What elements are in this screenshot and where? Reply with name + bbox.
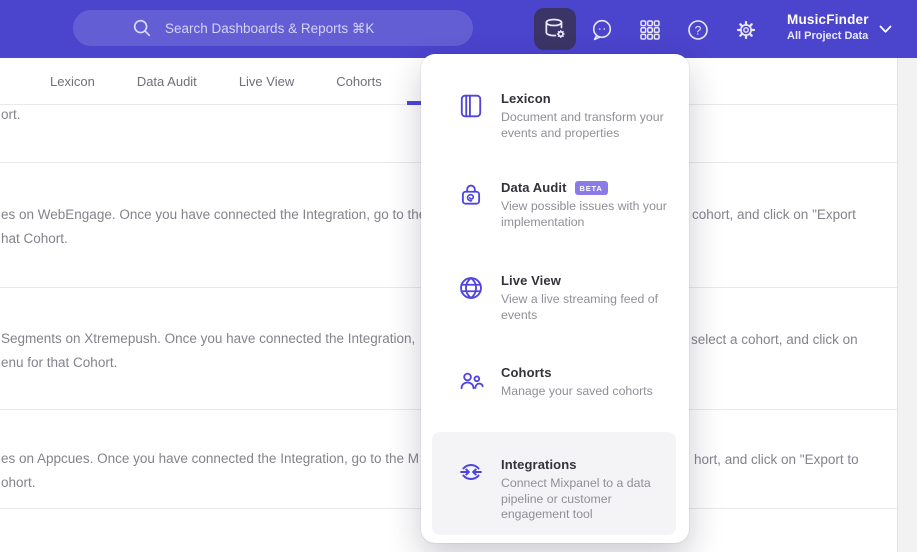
table-row-text: ort. (1, 107, 21, 122)
feedback-button[interactable] (590, 18, 614, 42)
settings-button[interactable] (734, 18, 758, 42)
table-row-text: ohort. (1, 475, 36, 490)
table-row-text: select a cohort, and click on (691, 332, 858, 347)
chevron-down-icon[interactable] (879, 25, 892, 34)
help-button[interactable]: ? (686, 18, 710, 42)
menu-item-label: Lexicon (501, 91, 551, 106)
apps-grid-button[interactable] (638, 18, 662, 42)
menu-item-integrations-content[interactable]: Integrations Connect Mixpanel to a data … (458, 457, 673, 523)
menu-item-description: Document and transform your events and p… (501, 110, 664, 140)
menu-item-description: View possible issues with your implement… (501, 199, 667, 229)
search-icon (131, 17, 153, 39)
search-input[interactable] (165, 20, 415, 36)
integrations-sync-icon (458, 459, 484, 485)
menu-item-label: Integrations (501, 457, 577, 472)
menu-item-description: Manage your saved cohorts (501, 384, 653, 398)
scrollbar-track[interactable] (897, 58, 917, 552)
gear-icon (736, 20, 756, 40)
tab-data-audit[interactable]: Data Audit (137, 74, 197, 89)
menu-item-lexicon[interactable]: Lexicon Document and transform your even… (458, 91, 673, 141)
tab-live-view[interactable]: Live View (239, 74, 294, 89)
menu-item-data-audit[interactable]: Data Audit BETA View possible issues wit… (458, 180, 673, 230)
table-row-text: hat Cohort. (1, 231, 68, 246)
menu-item-label: Data Audit (501, 180, 567, 195)
grid-icon (640, 20, 660, 40)
menu-item-label: Cohorts (501, 365, 552, 380)
active-tab-indicator (407, 101, 421, 105)
menu-item-integrations[interactable]: Integrations Connect Mixpanel to a data … (432, 432, 676, 535)
menu-item-description: Connect Mixpanel to a data pipeline or c… (501, 476, 651, 521)
menu-item-description: View a live streaming feed of events (501, 292, 658, 322)
table-row-text: enu for that Cohort. (1, 355, 118, 370)
table-row-text: Segments on Xtremepush. Once you have co… (1, 331, 416, 346)
menu-item-live-view[interactable]: Live View View a live streaming feed of … (458, 273, 673, 323)
menu-item-cohorts[interactable]: Cohorts Manage your saved cohorts (458, 365, 673, 400)
table-row-text: hort, and click on "Export to (694, 452, 859, 467)
table-row-text: cohort, and click on "Export (692, 207, 856, 222)
chat-bubble-icon (592, 19, 612, 41)
tab-lexicon[interactable]: Lexicon (50, 74, 95, 89)
table-row-text: es on Appcues. Once you have connected t… (1, 451, 420, 466)
tab-cohorts[interactable]: Cohorts (336, 74, 382, 89)
project-scope: All Project Data (787, 30, 869, 42)
question-mark-icon: ? (688, 20, 708, 40)
project-switcher[interactable]: MusicFinder All Project Data (787, 12, 869, 42)
data-audit-lock-icon (458, 182, 484, 208)
global-search[interactable] (73, 10, 473, 46)
menu-item-label: Live View (501, 273, 561, 288)
top-navigation-bar: ? MusicFinder All Project Data (0, 0, 917, 58)
svg-text:?: ? (695, 23, 702, 37)
cohorts-people-icon (458, 367, 484, 393)
table-row-text: es on WebEngage. Once you have connected… (1, 207, 427, 222)
data-management-dropdown: Lexicon Document and transform your even… (421, 54, 689, 543)
live-view-globe-icon (458, 275, 484, 301)
data-management-button[interactable] (534, 8, 576, 50)
database-gear-icon (542, 16, 568, 42)
beta-badge: BETA (574, 180, 608, 195)
project-name: MusicFinder (787, 12, 869, 27)
lexicon-book-icon (458, 93, 484, 119)
